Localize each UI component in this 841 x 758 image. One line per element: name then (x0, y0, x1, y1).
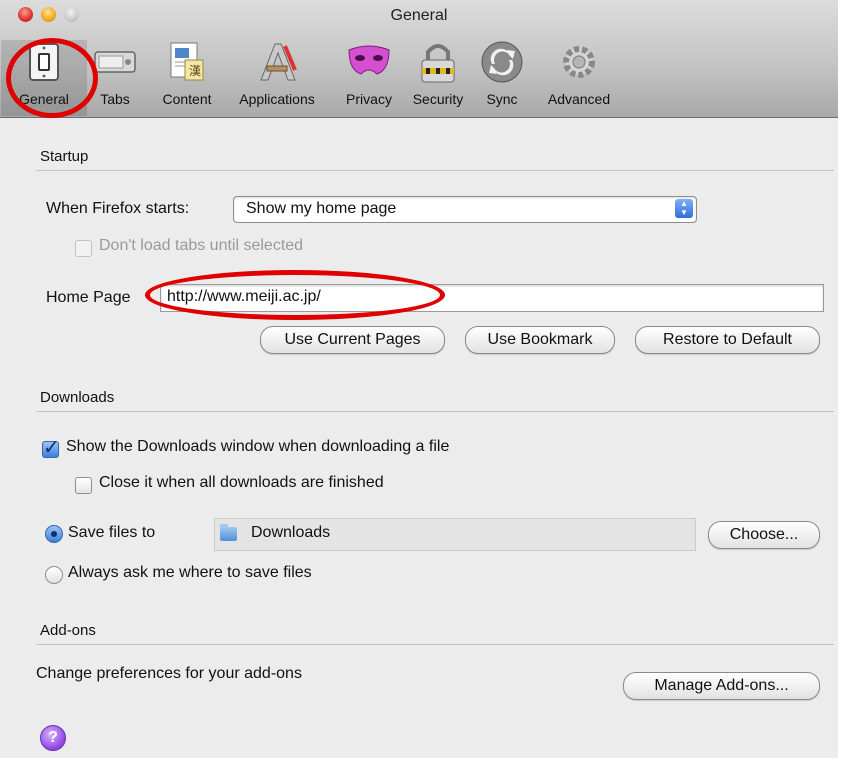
padlock-icon (421, 44, 455, 83)
dont-load-tabs-checkbox[interactable] (75, 240, 92, 257)
tab-label: Tabs (100, 91, 130, 107)
annotation-circle-general (6, 38, 98, 118)
svg-text:漢: 漢 (189, 64, 201, 78)
tab-label: Privacy (346, 91, 392, 107)
save-files-to-label: Save files to (68, 524, 156, 541)
document-icon: 漢 (170, 42, 204, 81)
tabs-icon (94, 51, 136, 73)
restore-to-default-button[interactable]: Restore to Default (635, 326, 820, 354)
tab-applications[interactable]: Applications (228, 40, 326, 112)
downloads-folder-icon (220, 524, 237, 541)
addons-separator (36, 644, 834, 645)
popup-value: Show my home page (246, 200, 397, 217)
window-title: General (390, 7, 448, 24)
home-page-label: Home Page (46, 289, 131, 306)
popup-arrows-icon: ▲ ▼ (675, 199, 693, 218)
save-files-to-radio[interactable] (45, 525, 63, 543)
tab-privacy[interactable]: Privacy (338, 40, 400, 112)
when-starts-label: When Firefox starts: (46, 200, 190, 217)
toolbar: General General Tabs 漢 Content Applicati… (0, 0, 838, 118)
annotation-circle-home-page (145, 270, 445, 320)
tab-label: Security (412, 91, 464, 107)
when-starts-popup[interactable]: Show my home page ▲ ▼ (233, 196, 697, 223)
always-ask-label: Always ask me where to save files (68, 564, 312, 581)
startup-separator (36, 170, 834, 171)
use-bookmark-button[interactable]: Use Bookmark (465, 326, 615, 354)
mask-icon (348, 45, 390, 75)
close-when-finished-checkbox[interactable] (75, 477, 92, 494)
startup-section-title: Startup (40, 148, 89, 165)
show-downloads-window-label: Show the Downloads window when downloadi… (66, 438, 450, 455)
help-button[interactable]: ? (40, 725, 66, 751)
gear-icon (563, 46, 595, 78)
manage-addons-button[interactable]: Manage Add-ons... (623, 672, 820, 700)
tab-security[interactable]: Security (405, 40, 471, 112)
tab-label: Content (162, 91, 212, 107)
download-folder-name: Downloads (251, 524, 331, 541)
choose-button[interactable]: Choose... (708, 521, 820, 549)
close-when-finished-label: Close it when all downloads are finished (99, 474, 384, 491)
radio-dot-icon (51, 531, 57, 537)
downloads-section-title: Downloads (40, 389, 115, 406)
downloads-separator (36, 411, 834, 412)
tab-advanced[interactable]: Advanced (540, 40, 618, 112)
preferences-window: General General Tabs 漢 Content Applicati… (0, 0, 838, 758)
tab-label: Applications (239, 91, 315, 107)
checkmark-icon: ✓ (43, 437, 60, 459)
addons-description: Change preferences for your add-ons (36, 665, 302, 682)
sync-icon (481, 41, 523, 83)
show-downloads-window-checkbox[interactable]: ✓ (42, 437, 60, 459)
tab-content[interactable]: 漢 Content (154, 40, 220, 112)
tab-sync[interactable]: Sync (480, 40, 524, 112)
tab-tabs[interactable]: Tabs (92, 40, 138, 112)
addons-section-title: Add-ons (40, 622, 96, 639)
tab-label: Sync (486, 91, 518, 107)
use-current-pages-button[interactable]: Use Current Pages (260, 326, 445, 354)
always-ask-radio[interactable] (45, 566, 63, 584)
applications-icon (260, 43, 297, 81)
tab-label: Advanced (547, 91, 611, 107)
dont-load-tabs-label: Don't load tabs until selected (99, 237, 304, 254)
download-folder-field: Downloads (214, 518, 696, 551)
